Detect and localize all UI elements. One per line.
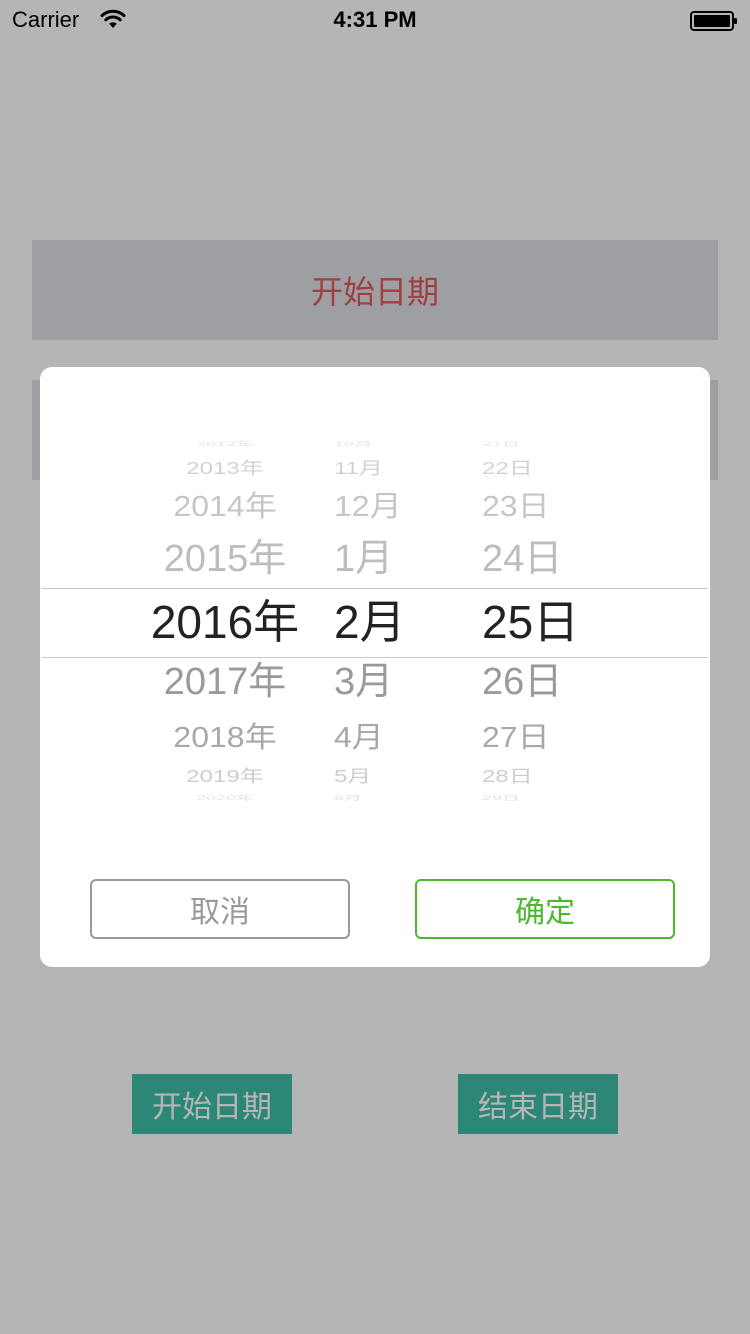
selected-month: 2月 <box>334 596 406 648</box>
day-option: 26日 <box>482 661 563 703</box>
day-option: 27日 <box>482 720 550 754</box>
cancel-button[interactable]: 取消 <box>90 879 350 939</box>
year-option: 2019年 <box>186 766 264 787</box>
month-option: 11月 <box>334 458 383 479</box>
clock: 4:31 PM <box>333 7 417 32</box>
year-option: 2013年 <box>186 458 264 479</box>
year-option: 2017年 <box>163 661 287 703</box>
year-wheel[interactable]: 2012年 2013年 2014年 2015年 2016年 2017年 2018… <box>120 439 330 802</box>
year-option: 2012年 <box>195 440 255 448</box>
year-option: 2014年 <box>173 489 277 523</box>
day-option: 29日 <box>482 794 521 802</box>
year-option: 2020年 <box>195 794 255 802</box>
day-wheel[interactable]: 21日 22日 23日 24日 25日 26日 27日 28日 29日 <box>460 439 610 802</box>
month-option: 12月 <box>334 489 402 523</box>
confirm-button[interactable]: 确定 <box>415 879 675 939</box>
day-option: 24日 <box>482 538 563 580</box>
month-wheel[interactable]: 10月 11月 12月 1月 2月 3月 4月 5月 6月 <box>320 439 450 802</box>
month-option: 1月 <box>334 538 394 580</box>
month-option: 10月 <box>334 440 373 448</box>
day-option: 22日 <box>482 458 533 479</box>
date-picker[interactable]: 2012年 2013年 2014年 2015年 2016年 2017年 2018… <box>40 439 710 802</box>
selected-day: 25日 <box>482 596 580 648</box>
day-option: 23日 <box>482 489 550 523</box>
day-option: 28日 <box>482 766 533 787</box>
year-option: 2018年 <box>173 720 277 754</box>
selected-year: 2016年 <box>150 596 300 648</box>
month-option: 5月 <box>334 766 372 787</box>
month-option: 3月 <box>334 661 394 703</box>
date-picker-dialog: 2012年 2013年 2014年 2015年 2016年 2017年 2018… <box>40 367 710 967</box>
day-option: 21日 <box>482 440 521 448</box>
status-bar: Carrier 4:31 PM <box>0 0 750 40</box>
month-option: 4月 <box>334 720 384 754</box>
battery-icon <box>690 11 737 31</box>
month-option: 6月 <box>334 794 363 802</box>
year-option: 2015年 <box>163 538 287 580</box>
